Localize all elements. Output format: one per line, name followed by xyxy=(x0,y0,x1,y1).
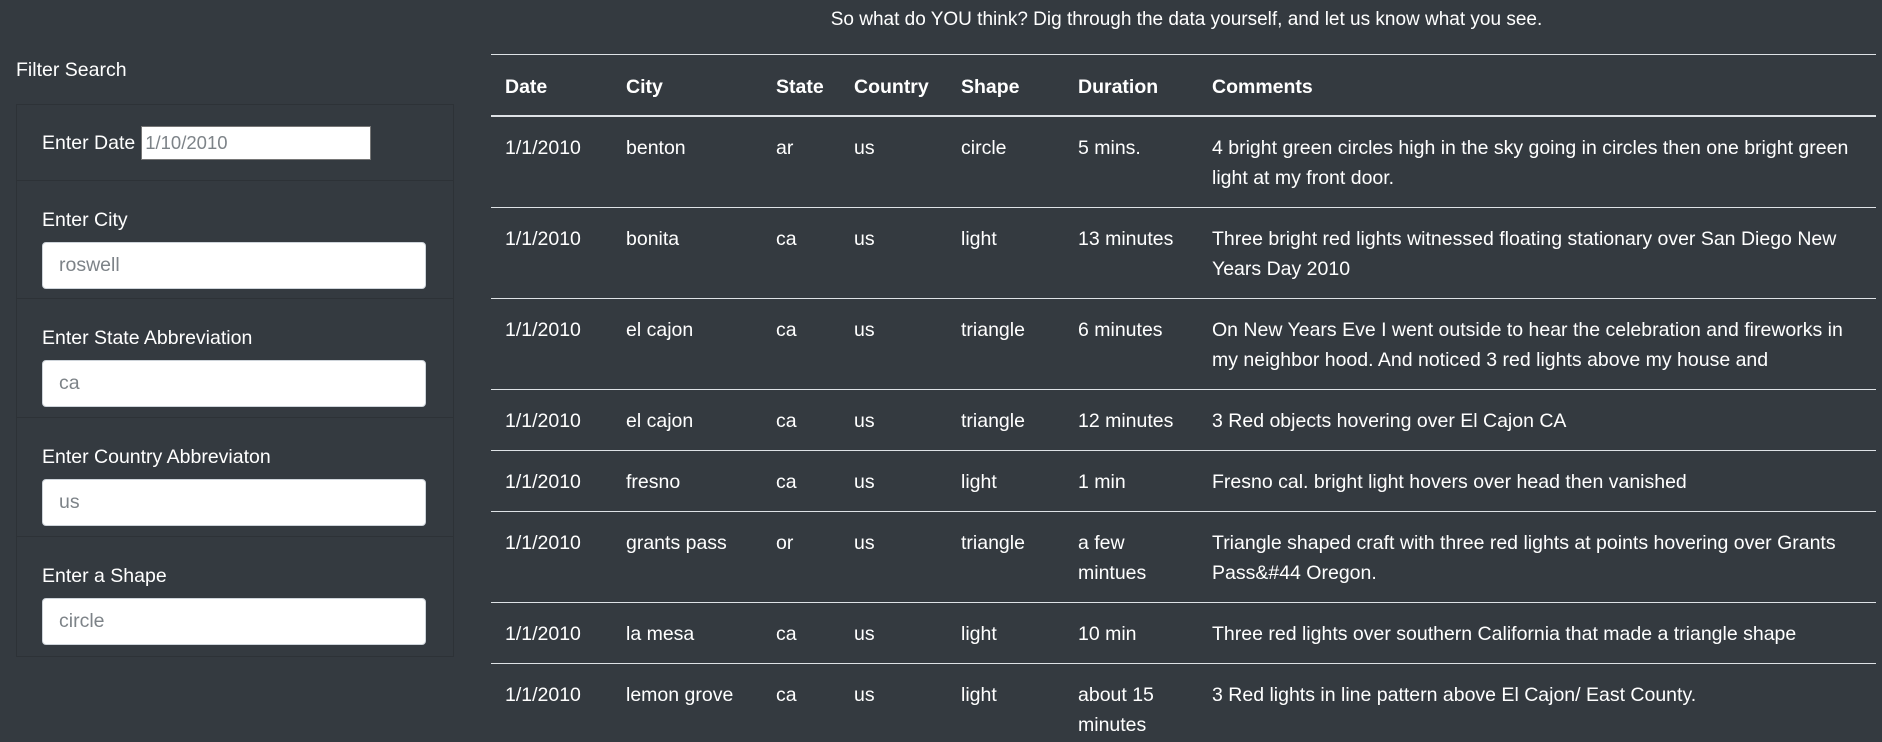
cell-duration: 10 min xyxy=(1064,602,1198,664)
cell-country: us xyxy=(840,450,947,512)
cell-date: 1/1/2010 xyxy=(491,450,612,512)
state-filter-input[interactable] xyxy=(42,360,426,407)
filter-item-city: Enter City xyxy=(17,181,453,299)
cell-date: 1/1/2010 xyxy=(491,207,612,299)
cell-comments: Three red lights over southern Californi… xyxy=(1198,602,1876,664)
cell-country: us xyxy=(840,511,947,603)
cell-country: us xyxy=(840,207,947,299)
cell-country: us xyxy=(840,298,947,390)
cell-date: 1/1/2010 xyxy=(491,389,612,451)
cell-duration: 13 minutes xyxy=(1064,207,1198,299)
cell-state: ca xyxy=(762,450,840,512)
cell-comments: Three bright red lights witnessed floati… xyxy=(1198,207,1876,299)
cell-comments: Fresno cal. bright light hovers over hea… xyxy=(1198,450,1876,512)
column-header-city: City xyxy=(612,54,762,117)
ufo-sightings-page: So what do YOU think? Dig through the da… xyxy=(0,0,1882,742)
cell-duration: a few mintues xyxy=(1064,511,1198,603)
filter-item-shape: Enter a Shape xyxy=(17,537,453,656)
sightings-table-wrapper: Date City State Country Shape Duration C… xyxy=(491,54,1876,742)
cell-shape: light xyxy=(947,602,1064,664)
column-header-date: Date xyxy=(491,54,612,117)
cell-shape: light xyxy=(947,207,1064,299)
country-filter-input[interactable] xyxy=(42,479,426,526)
date-filter-input[interactable] xyxy=(141,125,372,160)
column-header-duration: Duration xyxy=(1064,54,1198,117)
country-filter-label: Enter Country Abbreviaton xyxy=(42,446,271,468)
cell-shape: light xyxy=(947,663,1064,742)
cell-city: benton xyxy=(626,137,686,159)
column-header-comments: Comments xyxy=(1198,54,1876,117)
city-filter-label: Enter City xyxy=(42,209,128,231)
filter-item-date: Enter Date xyxy=(17,105,453,181)
table-row: 1/1/2010 lemon grove ca us light about 1… xyxy=(491,663,1876,742)
cell-state: ca xyxy=(762,298,840,390)
sightings-table: Date City State Country Shape Duration C… xyxy=(491,54,1876,742)
cell-shape: light xyxy=(947,450,1064,512)
cell-comments: 3 Red lights in line pattern above El Ca… xyxy=(1198,663,1876,742)
table-row: 1/1/2010 el cajon ca us triangle 12 minu… xyxy=(491,389,1876,451)
cell-city: fresno xyxy=(612,450,762,512)
cell-state: or xyxy=(762,511,840,603)
cell-date: 1/1/2010 xyxy=(491,663,612,742)
cell-date: 1/1/2010 xyxy=(491,298,612,390)
column-header-country: Country xyxy=(840,54,947,117)
cell-state: ca xyxy=(762,602,840,664)
cell-date: 1/1/2010 xyxy=(491,511,612,603)
cell-city: el cajon xyxy=(612,298,762,390)
table-row: 1/1/2010 el cajon ca us triangle 6 minut… xyxy=(491,298,1876,390)
table-row: 1/1/2010 fresno ca us light 1 min Fresno… xyxy=(491,450,1876,512)
shape-filter-label: Enter a Shape xyxy=(42,565,167,587)
filter-search-heading: Filter Search xyxy=(16,59,127,81)
cell-shape: triangle xyxy=(947,389,1064,451)
cell-date: 1/1/2010 xyxy=(505,137,581,159)
cell-duration: 6 minutes xyxy=(1064,298,1198,390)
cell-country: us xyxy=(840,602,947,664)
cell-shape: triangle xyxy=(947,511,1064,603)
cell-comments: Triangle shaped craft with three red lig… xyxy=(1198,511,1876,603)
cell-comments: 3 Red objects hovering over El Cajon CA xyxy=(1198,389,1876,451)
table-row: 1/1/2010 benton ar us circle 5 mins. 4 b… xyxy=(491,116,1876,208)
cell-city: la mesa xyxy=(612,602,762,664)
cell-city: el cajon xyxy=(612,389,762,451)
filter-item-country: Enter Country Abbreviaton xyxy=(17,418,453,537)
filter-list: Enter Date Enter City Enter State Abbrev… xyxy=(16,104,454,657)
shape-filter-input[interactable] xyxy=(42,598,426,645)
cell-comments: 4 bright green circles high in the sky g… xyxy=(1212,137,1849,189)
cell-duration: 1 min xyxy=(1064,450,1198,512)
filter-item-state: Enter State Abbreviation xyxy=(17,299,453,418)
date-filter-label: Enter Date xyxy=(42,131,136,154)
cell-duration: 5 mins. xyxy=(1078,137,1141,159)
city-filter-input[interactable] xyxy=(42,242,426,289)
cell-state: ar xyxy=(776,137,794,159)
cell-date: 1/1/2010 xyxy=(491,602,612,664)
table-header: Date City State Country Shape Duration C… xyxy=(491,54,1876,117)
intro-text: So what do YOU think? Dig through the da… xyxy=(830,9,1543,30)
cell-state: ca xyxy=(762,663,840,742)
table-body: 1/1/2010 benton ar us circle 5 mins. 4 b… xyxy=(491,116,1876,742)
cell-country: us xyxy=(854,137,875,159)
cell-city: bonita xyxy=(612,207,762,299)
table-row: 1/1/2010 grants pass or us triangle a fe… xyxy=(491,511,1876,603)
cell-shape: triangle xyxy=(947,298,1064,390)
cell-state: ca xyxy=(762,207,840,299)
column-header-state: State xyxy=(762,54,840,117)
table-row: 1/1/2010 la mesa ca us light 10 min Thre… xyxy=(491,602,1876,664)
table-row: 1/1/2010 bonita ca us light 13 minutes T… xyxy=(491,207,1876,299)
cell-duration: about 15 minutes xyxy=(1064,663,1198,742)
cell-country: us xyxy=(840,389,947,451)
cell-shape: circle xyxy=(961,137,1007,159)
cell-comments: On New Years Eve I went outside to hear … xyxy=(1198,298,1876,390)
cell-city: grants pass xyxy=(612,511,762,603)
table-header-row: Date City State Country Shape Duration C… xyxy=(491,54,1876,117)
cell-country: us xyxy=(840,663,947,742)
column-header-shape: Shape xyxy=(947,54,1064,117)
state-filter-label: Enter State Abbreviation xyxy=(42,327,253,349)
cell-duration: 12 minutes xyxy=(1064,389,1198,451)
cell-city: lemon grove xyxy=(612,663,762,742)
cell-state: ca xyxy=(762,389,840,451)
